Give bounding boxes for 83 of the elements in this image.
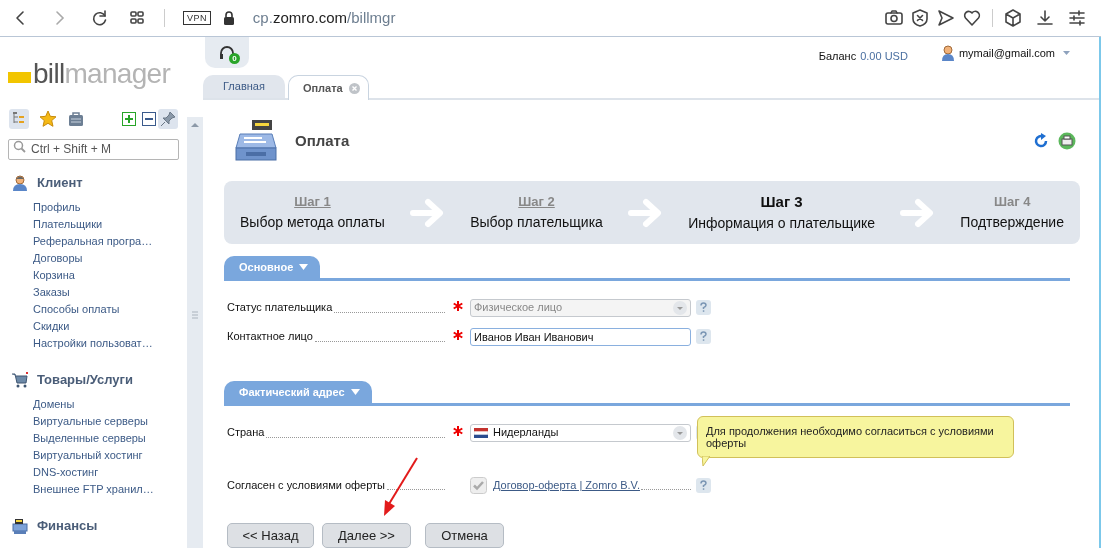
print-icon[interactable] [1058,132,1076,150]
section-heading[interactable]: Клиент [37,173,83,193]
sidebar-item[interactable]: Скидки [33,318,187,335]
settings-icon[interactable] [1067,8,1087,28]
step-label: Шаг 4 [993,193,1031,212]
sidebar-item[interactable]: Виртуальные серверы [33,413,187,430]
collapse-icon[interactable] [142,112,156,126]
step-label: Шаг 3 [760,191,803,212]
page-title: Оплата [295,130,350,151]
search-field[interactable]: Ctrl + Shift + M [8,138,179,160]
step-description: Выбор плательщика [470,212,603,232]
sidebar-item[interactable]: Профиль [33,199,187,216]
field-label: Статус плательщика [227,300,333,316]
dropdown-icon [673,425,687,440]
camera-icon[interactable] [884,8,904,28]
tab[interactable]: Оплата [287,75,369,100]
sidebar-item[interactable]: Настройки пользоват… [33,335,187,352]
app-logo: billmanager [8,59,187,89]
grip-icon [192,311,198,319]
form-button[interactable]: Отмена [425,523,504,548]
sidebar-item[interactable]: Договоры [33,250,187,267]
sidebar-item[interactable]: Внешнее FTP хранил… [33,481,187,498]
pin-icon[interactable] [158,109,178,129]
download-icon[interactable] [1035,8,1055,28]
user-icon [940,45,955,62]
briefcase-icon[interactable] [67,110,85,128]
step-description: Выбор метода оплаты [240,212,385,232]
arrow-icon [899,197,936,228]
arrow-icon [627,197,664,228]
sidebar-item[interactable]: Реферальная програ… [33,233,187,250]
tooltip-tail-icon [702,456,710,466]
help-icon[interactable] [696,329,711,344]
sidebar-item[interactable]: Виртуальный хостинг [33,447,187,464]
field-label: Согласен с условиями оферты [227,477,386,493]
section-heading[interactable]: Финансы [37,516,98,536]
expand-icon[interactable] [122,112,136,126]
sidebar-item[interactable]: DNS-хостинг [33,464,187,481]
balance-value: 0.00 USD [860,49,908,64]
caret-icon [1062,50,1071,57]
user-menu[interactable]: mymail@gmail.com [940,45,1071,62]
heart-icon[interactable] [962,8,982,28]
text-field[interactable]: Иванов Иван Иванович [470,327,691,346]
send-icon[interactable] [936,8,956,28]
search-icon [13,140,26,153]
arrow-icon [409,197,446,228]
section-heading[interactable]: Товары/Услуги [37,370,133,390]
caret-icon [299,264,309,270]
cube-icon[interactable] [1003,8,1023,28]
shield-close-icon[interactable] [910,8,930,28]
checkbox[interactable] [470,476,487,494]
star-icon[interactable] [39,110,57,128]
step-description: Подтверждение [960,212,1064,232]
client-icon [11,174,29,192]
offer-link[interactable]: Договор-оферта | Zomro B.V. [493,476,640,494]
register-icon [11,517,29,535]
help-icon[interactable] [696,300,711,315]
balance-label: Баланс [818,49,857,64]
vpn-badge[interactable]: VPN [183,11,211,25]
form-button[interactable]: Далее >> [322,523,411,548]
cart-icon [11,371,29,389]
sidebar-item[interactable]: Способы оплаты [33,301,187,318]
sidebar-item[interactable]: Плательщики [33,216,187,233]
refresh-icon[interactable] [1033,133,1049,149]
address-bar[interactable]: cp.zomro.com/billmgr [252,6,396,30]
help-icon[interactable] [696,477,711,493]
select-field[interactable]: Нидерланды [470,423,691,442]
tree-icon[interactable] [9,109,29,129]
step-description: Информация о плательщике [688,214,876,234]
scroll-up-icon[interactable] [190,121,200,129]
dropdown-icon [673,300,687,315]
sidebar-item[interactable]: Выделенные серверы [33,430,187,447]
count-badge: 0 [229,53,240,64]
sidebar-item[interactable]: Домены [33,396,187,413]
grid-icon[interactable] [128,9,146,27]
caret-icon [350,389,360,395]
field-label: Контактное лицо [227,329,313,345]
cash-register-icon [232,118,278,164]
field-label: Страна [227,425,265,441]
sidebar-item[interactable]: Заказы [33,284,187,301]
tab[interactable]: Главная [203,75,285,98]
form-button[interactable]: << Назад [227,523,314,548]
lock-icon [221,10,236,26]
sidebar-item[interactable]: Корзина [33,267,187,284]
